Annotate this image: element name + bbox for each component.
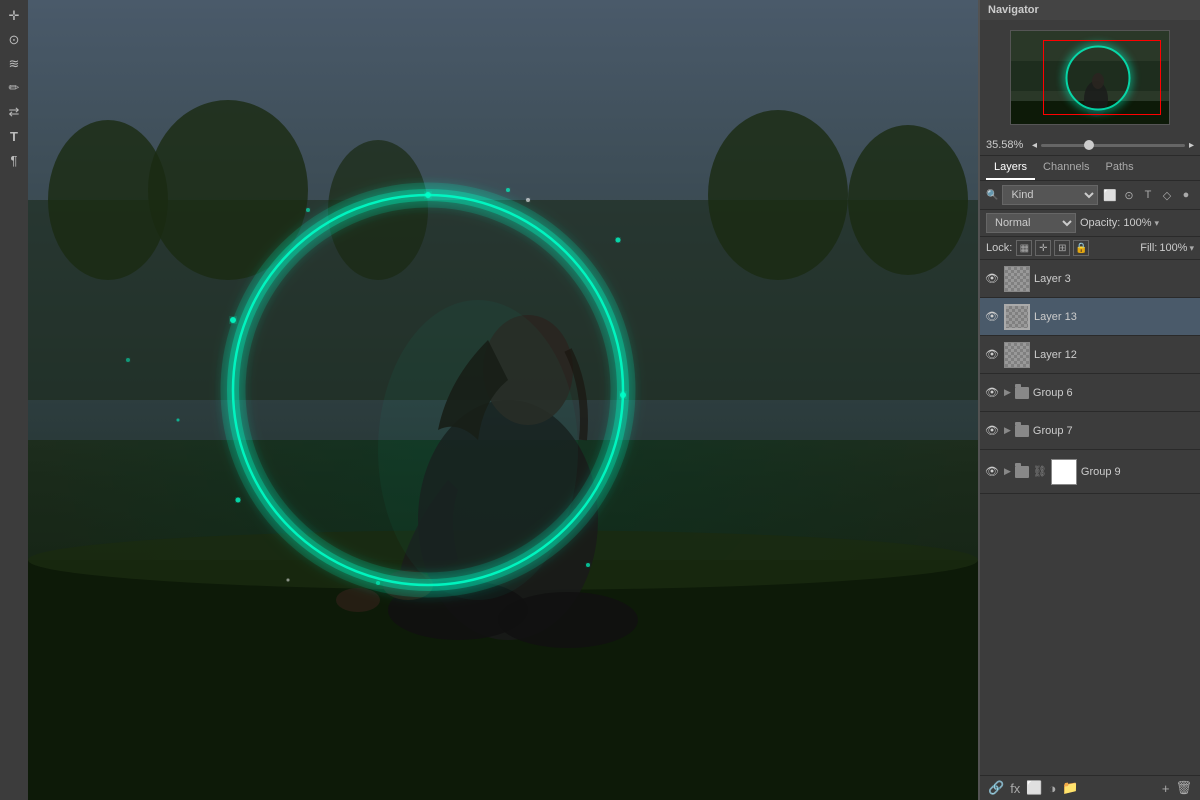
layer-name-group7: Group 7 xyxy=(1033,425,1196,437)
lock-icons: ▦ ✛ ⊞ 🔒 xyxy=(1016,240,1089,256)
add-mask-icon[interactable]: ⬜ xyxy=(1026,780,1042,796)
lock-all-icon[interactable]: 🔒 xyxy=(1073,240,1089,256)
folder-icon-group7 xyxy=(1015,425,1029,437)
visibility-icon-layer3[interactable]: 👁 xyxy=(984,271,1000,287)
lock-move-icon[interactable]: ✛ xyxy=(1035,240,1051,256)
visibility-icon-group6[interactable]: 👁 xyxy=(984,385,1000,401)
lock-artboard-icon[interactable]: ⊞ xyxy=(1054,240,1070,256)
layer-item-group7[interactable]: 👁 ▶ Group 7 xyxy=(980,412,1200,450)
layer-item-layer3[interactable]: 👁 Layer 3 xyxy=(980,260,1200,298)
paint-brush-icon[interactable]: ✏ xyxy=(4,78,24,98)
text-tool-icon[interactable]: T xyxy=(4,126,24,146)
navigator-panel: Navigator xyxy=(980,0,1200,156)
lock-row: Lock: ▦ ✛ ⊞ 🔒 Fill: 100% ▾ xyxy=(980,237,1200,260)
new-adjustment-icon[interactable]: ◑ xyxy=(1049,781,1057,796)
visibility-icon-layer13[interactable]: 👁 xyxy=(984,309,1000,325)
folder-icon-group9 xyxy=(1015,466,1029,478)
layer-bottom-bar: 🔗 fx ⬜ ◑ 📁 + 🗑 xyxy=(980,775,1200,800)
filter-icons: ⬜ ⊙ T ◇ ● xyxy=(1102,187,1194,203)
visibility-icon-group7[interactable]: 👁 xyxy=(984,423,1000,439)
layer-item-group9[interactable]: 👁 ▶ ⛓ Group 9 xyxy=(980,450,1200,494)
move-tool-icon[interactable]: ✛ xyxy=(4,6,24,26)
opacity-label: Opacity: xyxy=(1080,217,1120,229)
layer-thumb-group9 xyxy=(1051,459,1077,485)
tab-channels[interactable]: Channels xyxy=(1035,156,1097,180)
layer-item-layer13[interactable]: 👁 Layer 13 xyxy=(980,298,1200,336)
filter-shape-icon[interactable]: ◇ xyxy=(1159,187,1175,203)
lock-checkerboard-icon[interactable]: ▦ xyxy=(1016,240,1032,256)
opacity-row: Opacity: 100% ▾ xyxy=(1080,217,1159,229)
lasso-tool-icon[interactable]: ⊙ xyxy=(4,30,24,50)
visibility-icon-layer12[interactable]: 👁 xyxy=(984,347,1000,363)
brush-settings-icon[interactable]: ≋ xyxy=(4,54,24,74)
visibility-icon-group9[interactable]: 👁 xyxy=(984,464,1000,480)
expand-arrow-group9[interactable]: ▶ xyxy=(1004,466,1011,477)
link-layers-icon[interactable]: 🔗 xyxy=(988,780,1004,796)
filter-smart-icon[interactable]: ● xyxy=(1178,187,1194,203)
fill-dropdown-icon[interactable]: ▾ xyxy=(1189,243,1194,254)
filter-adjust-icon[interactable]: ⊙ xyxy=(1121,187,1137,203)
left-toolbar: ✛ ⊙ ≋ ✏ ⇄ T ¶ xyxy=(0,0,28,800)
panel-tabs: Layers Channels Paths xyxy=(980,156,1200,181)
fill-row: Fill: 100% ▾ xyxy=(1140,242,1194,254)
layer-name-layer12: Layer 12 xyxy=(1034,349,1196,361)
paragraph-tool-icon[interactable]: ¶ xyxy=(4,150,24,170)
fill-value: 100% xyxy=(1159,242,1187,254)
layer-name-layer13: Layer 13 xyxy=(1034,311,1196,323)
clone-stamp-icon[interactable]: ⇄ xyxy=(4,102,24,122)
navigator-title: Navigator xyxy=(988,4,1039,16)
chain-icon-group9: ⛓ xyxy=(1033,465,1047,478)
search-icon: 🔍 xyxy=(986,190,998,201)
tab-paths[interactable]: Paths xyxy=(1098,156,1142,180)
zoom-slider[interactable] xyxy=(1041,144,1185,147)
layer-thumb-layer3 xyxy=(1004,266,1030,292)
opacity-dropdown-icon[interactable]: ▾ xyxy=(1155,218,1160,229)
lock-label: Lock: xyxy=(986,242,1012,254)
zoom-increase-icon[interactable]: ▸ xyxy=(1189,140,1194,151)
layer-item-layer12[interactable]: 👁 Layer 12 xyxy=(980,336,1200,374)
layer-name-layer3: Layer 3 xyxy=(1034,273,1196,285)
scene-svg xyxy=(28,0,978,800)
zoom-decrease-icon[interactable]: ◂ xyxy=(1032,140,1037,151)
canvas-area xyxy=(28,0,980,800)
layer-item-group6[interactable]: 👁 ▶ Group 6 xyxy=(980,374,1200,412)
expand-arrow-group6[interactable]: ▶ xyxy=(1004,387,1011,398)
layer-thumb-layer13 xyxy=(1004,304,1030,330)
right-panel: Navigator xyxy=(980,0,1200,800)
filter-type-icon[interactable]: T xyxy=(1140,187,1156,203)
layer-thumb-layer12 xyxy=(1004,342,1030,368)
layers-panel: 🔍 Kind ⬜ ⊙ T ◇ ● Normal Dissolve xyxy=(980,181,1200,800)
navigator-header[interactable]: Navigator xyxy=(980,0,1200,20)
delete-layer-icon[interactable]: 🗑 xyxy=(1175,780,1192,796)
navigator-thumbnail xyxy=(1010,30,1170,125)
kind-filter-select[interactable]: Kind xyxy=(1002,185,1098,205)
filter-pixel-icon[interactable]: ⬜ xyxy=(1102,187,1118,203)
filter-row: 🔍 Kind ⬜ ⊙ T ◇ ● xyxy=(980,181,1200,210)
fill-label: Fill: xyxy=(1140,242,1157,254)
opacity-value: 100% xyxy=(1123,217,1151,229)
canvas-image xyxy=(28,0,978,800)
blend-mode-select[interactable]: Normal Dissolve Multiply Screen xyxy=(986,213,1076,233)
layer-name-group6: Group 6 xyxy=(1033,387,1196,399)
new-layer-icon[interactable]: + xyxy=(1162,781,1170,796)
add-style-icon[interactable]: fx xyxy=(1010,781,1020,796)
zoom-value: 35.58% xyxy=(986,139,1028,151)
layer-name-group9: Group 9 xyxy=(1081,466,1196,478)
expand-arrow-group7[interactable]: ▶ xyxy=(1004,425,1011,436)
zoom-bar: 35.58% ◂ ▸ xyxy=(980,135,1200,155)
tab-layers[interactable]: Layers xyxy=(986,156,1035,180)
layer-list: 👁 Layer 3 👁 Layer 13 👁 xyxy=(980,260,1200,775)
new-group-icon[interactable]: 📁 xyxy=(1062,780,1078,796)
folder-icon-group6 xyxy=(1015,387,1029,399)
blend-mode-row: Normal Dissolve Multiply Screen Opacity:… xyxy=(980,210,1200,237)
